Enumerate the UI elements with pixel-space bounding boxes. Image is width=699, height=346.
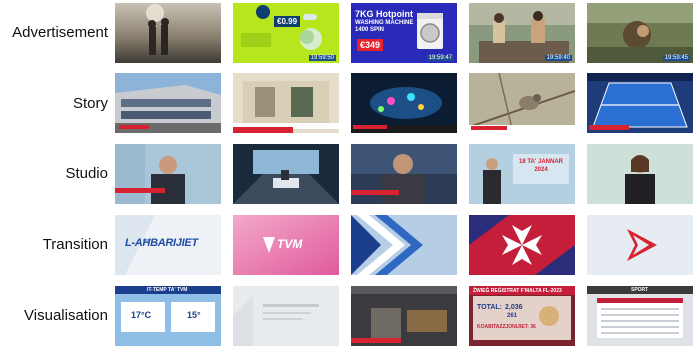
story-thumb-5[interactable]: [587, 73, 693, 133]
blank-info-graphic: [233, 286, 339, 346]
studio-thumb-2[interactable]: [233, 144, 339, 204]
studio-thumb-1[interactable]: [115, 144, 221, 204]
weather-presenter-image: [469, 144, 575, 204]
story-thumb-4[interactable]: [469, 73, 575, 133]
maltese-cross-graphic: [469, 215, 575, 275]
arrow-transition-graphic: [587, 215, 693, 275]
ad-clock: 19:59:47: [426, 55, 454, 61]
visualisation-thumb-5[interactable]: SPORT: [587, 286, 693, 346]
weather-temp-1: 17°C: [131, 310, 152, 320]
ad-text-line2: WASHING MACHINE: [355, 20, 414, 26]
ad-clock: 19:59:50: [308, 55, 336, 61]
advertisement-thumb-2[interactable]: €0.99 19:59:50: [233, 3, 339, 63]
ad-text-line1: 7KG Hotpoint: [355, 9, 413, 19]
studio-date-text: 18 TA' JANNAR 2024: [519, 159, 563, 173]
stats-total-label: TOTAL:: [477, 304, 503, 311]
night-lights-image: [351, 73, 457, 133]
supermarket-ad-image: [233, 3, 339, 63]
ad-price-tag: €349: [357, 39, 384, 51]
transition-thumb-2[interactable]: TVM: [233, 215, 339, 275]
row-label-transition: Transition: [42, 236, 108, 253]
ad-clock: 19:59:40: [544, 55, 572, 61]
sports-header-text: SPORT: [631, 287, 649, 293]
sports-table-graphic: [587, 286, 693, 346]
price-chart-graphic: [351, 286, 457, 346]
row-label-story: Story: [72, 95, 108, 112]
advertisement-thumb-1[interactable]: [115, 3, 221, 63]
weather-temp-2: 15°: [187, 310, 201, 320]
street-facade-image: [233, 73, 339, 133]
visualisation-thumb-2[interactable]: [233, 286, 339, 346]
visualisation-thumb-4[interactable]: ŻWIEĠ REĠISTRAT F'MALTA FL-2023 TOTAL: 2…: [469, 286, 575, 346]
building-image: [115, 73, 221, 133]
anchor-man-image: [115, 144, 221, 204]
tennis-court-image: [587, 73, 693, 133]
transition-thumb-1[interactable]: L-AĦBARIJIET: [115, 215, 221, 275]
advertisement-thumb-4[interactable]: 19:59:40: [469, 3, 575, 63]
interview-guest-image: [351, 144, 457, 204]
studio-thumb-3[interactable]: [351, 144, 457, 204]
studio-thumb-5[interactable]: [587, 144, 693, 204]
weather-header-text: IT-TEMP TA' TVM: [147, 287, 188, 293]
transition-thumb-4[interactable]: [469, 215, 575, 275]
couple-sunset-image: [115, 3, 221, 63]
channel-logo-text: TVM: [277, 237, 303, 251]
stats-title-text: ŻWIEĠ REĠISTRAT F'MALTA FL-2023: [473, 288, 562, 294]
stats-total-value: 2,036: [505, 304, 523, 311]
stats-koabitazzjonijiet: KOABITAZZJONIJIET: 36: [477, 324, 536, 330]
row-label-studio: Studio: [65, 165, 108, 182]
ad-text-line3: 1400 SPIN: [355, 27, 385, 33]
story-thumb-1[interactable]: [115, 73, 221, 133]
ad-clock: 19:59:45: [662, 55, 690, 61]
visualisation-thumb-1[interactable]: IT-TEMP TA' TVM 17°C 15°: [115, 286, 221, 346]
presenter-woman-image: [587, 144, 693, 204]
wipe-graphic: [351, 215, 457, 275]
studio-set-image: [233, 144, 339, 204]
row-label-advertisement: Advertisement: [12, 24, 108, 41]
stats-sub-value: 261: [507, 313, 518, 319]
story-thumb-2[interactable]: [233, 73, 339, 133]
cooking-ad-image: [469, 3, 575, 63]
bird-branch-image: [469, 73, 575, 133]
advertisement-thumb-5[interactable]: 19:59:45: [587, 3, 693, 63]
visualisation-thumb-3[interactable]: [351, 286, 457, 346]
story-thumb-3[interactable]: [351, 73, 457, 133]
studio-thumb-4[interactable]: 18 TA' JANNAR 2024: [469, 144, 575, 204]
transition-thumb-3[interactable]: [351, 215, 457, 275]
row-label-visualisation: Visualisation: [24, 307, 108, 324]
news-logo-text: L-AĦBARIJIET: [125, 237, 198, 249]
ad-price-badge: €0.99: [274, 16, 301, 27]
outdoor-ad-image: [587, 3, 693, 63]
marriage-stats-graphic: [469, 286, 575, 346]
advertisement-thumb-3[interactable]: 7KG Hotpoint WASHING MACHINE 1400 SPIN €…: [351, 3, 457, 63]
transition-thumb-5[interactable]: [587, 215, 693, 275]
